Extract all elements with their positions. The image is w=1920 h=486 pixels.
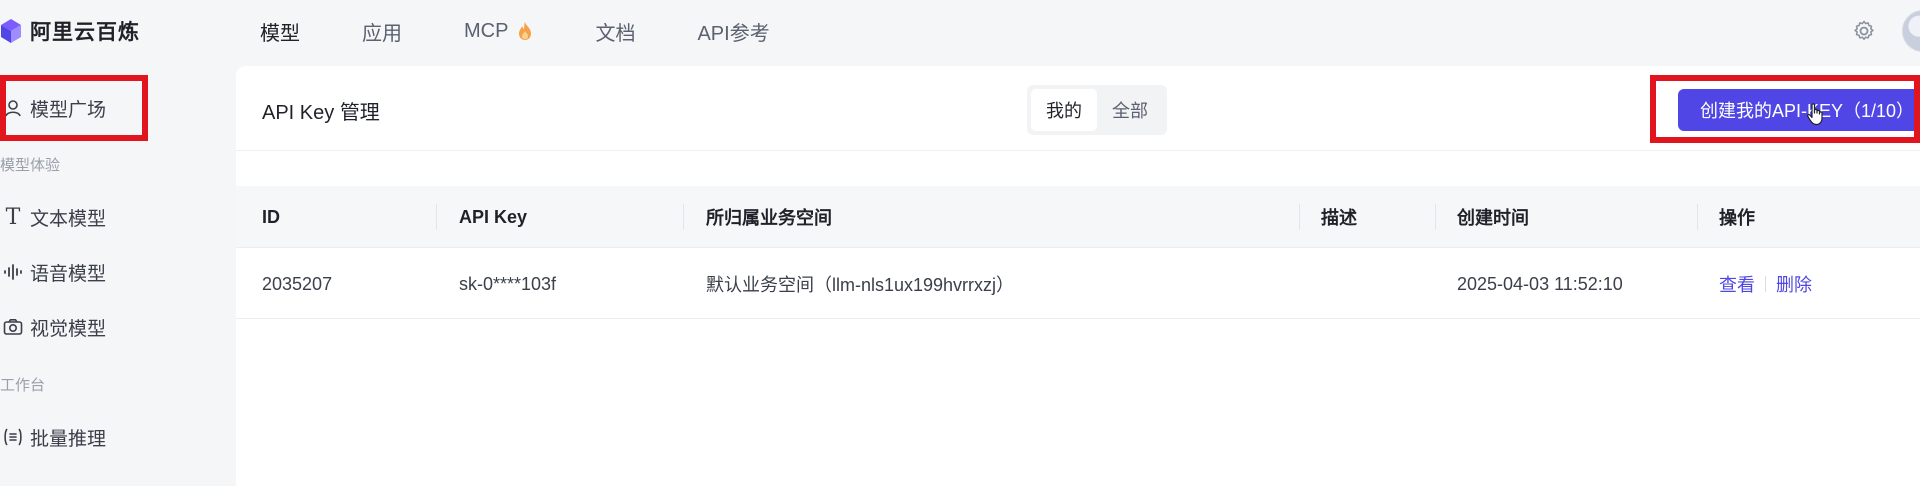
app-name: 阿里云百炼	[30, 21, 140, 44]
cell-id: 2035207	[262, 273, 333, 294]
top-nav: 模型 应用 MCP 文档 API参考	[260, 0, 832, 62]
sidebar-item-label: 视觉模型	[30, 318, 107, 340]
top-bar: 阿里云百炼 模型 应用 MCP 文档 API参考	[0, 0, 1920, 62]
sidebar-group-title: 模型体验	[0, 157, 61, 174]
column-separator	[683, 204, 684, 230]
column-header-created: 创建时间	[1457, 208, 1529, 228]
sidebar-item-label: 文本模型	[30, 208, 107, 230]
camera-icon	[2, 316, 24, 338]
column-separator	[436, 204, 437, 230]
sidebar-item-text-model[interactable]: T 文本模型	[0, 197, 220, 237]
sidebar-item-batch-inference[interactable]: 批量推理	[0, 417, 220, 457]
nav-label: MCP	[464, 19, 509, 42]
cell-created: 2025-04-03 11:52:10	[1457, 273, 1623, 294]
segment-all[interactable]: 全部	[1097, 89, 1163, 131]
column-header-id: ID	[262, 206, 280, 227]
page-title: API Key 管理	[262, 102, 380, 124]
segment-mine[interactable]: 我的	[1031, 89, 1097, 131]
table-row: 2035207 sk-0****103f 默认业务空间（llm-nls1ux19…	[236, 249, 1920, 319]
nav-item-api-ref[interactable]: API参考	[697, 17, 769, 46]
divider	[1765, 276, 1766, 292]
nav-label: 文档	[595, 22, 636, 45]
column-header-description: 描述	[1321, 208, 1357, 228]
nav-item-docs[interactable]: 文档	[595, 17, 635, 46]
app-logo[interactable]: 阿里云百炼	[0, 14, 140, 48]
text-icon: T	[5, 204, 21, 230]
sidebar-group-title: 工作台	[0, 377, 46, 394]
column-separator	[1299, 204, 1300, 230]
table-header: ID API Key 所归属业务空间 描述 创建时间 操作	[236, 186, 1920, 248]
column-header-api-key: API Key	[459, 206, 528, 227]
sidebar-item-vision-model[interactable]: 视觉模型	[0, 307, 220, 347]
delete-link[interactable]: 删除	[1776, 271, 1812, 297]
nav-item-mcp[interactable]: MCP	[464, 20, 533, 43]
column-separator	[1697, 204, 1698, 230]
nav-item-model[interactable]: 模型	[260, 17, 300, 46]
cell-api-key: sk-0****103f	[459, 273, 557, 294]
column-separator	[1435, 204, 1436, 230]
sidebar-item-label: 语音模型	[30, 263, 107, 285]
nav-label: 应用	[362, 22, 402, 45]
flame-icon	[519, 22, 532, 40]
gear-icon[interactable]	[1852, 19, 1876, 43]
waveform-icon	[2, 261, 24, 283]
list-icon	[2, 426, 24, 448]
nav-item-app[interactable]: 应用	[362, 17, 402, 46]
cell-workspace: 默认业务空间（llm-nls1ux199hvrrxzj）	[706, 275, 1015, 295]
column-header-actions: 操作	[1719, 208, 1755, 228]
column-header-workspace: 所归属业务空间	[706, 208, 832, 228]
highlight-box	[1650, 75, 1920, 143]
cell-actions: 查看 删除	[1719, 249, 1812, 319]
sidebar-item-label: 批量推理	[30, 428, 107, 450]
divider	[236, 150, 1920, 151]
highlight-box	[0, 75, 148, 141]
sidebar-item-voice-model[interactable]: 语音模型	[0, 252, 220, 292]
view-link[interactable]: 查看	[1719, 271, 1755, 297]
avatar[interactable]	[1902, 10, 1920, 52]
nav-label: API参考	[697, 22, 770, 45]
scope-toggle: 我的 全部	[1027, 85, 1167, 135]
nav-label: 模型	[260, 22, 300, 45]
logo-icon	[1, 19, 21, 43]
